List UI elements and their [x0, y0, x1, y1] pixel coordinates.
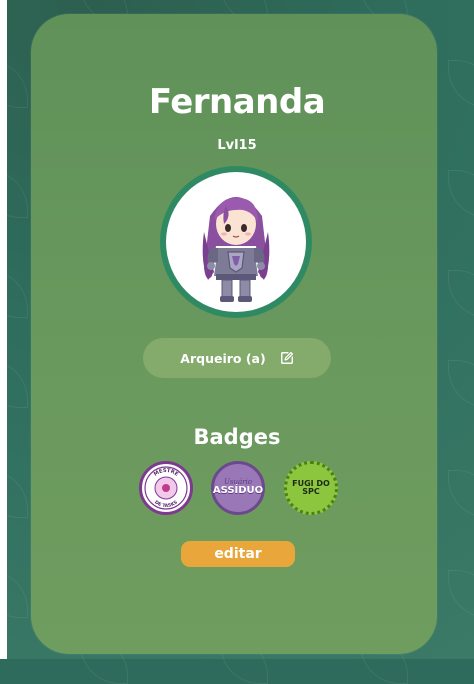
character-avatar-icon	[202, 197, 270, 302]
avatar	[166, 172, 306, 312]
character-class-label: Arqueiro (a)	[180, 350, 266, 366]
leaf-pattern-icon	[448, 470, 474, 518]
edit-square-pen-icon[interactable]	[280, 351, 294, 365]
mestre-de-tasks-badge-icon: MESTRE DE TASKS	[144, 466, 188, 510]
badge-fugi-do-spc[interactable]: FUGI DO SPC	[284, 461, 338, 515]
edit-profile-button[interactable]: editar	[181, 541, 295, 567]
badge-assiduo-main-text: ASSÍDUO	[212, 485, 264, 497]
leaf-pattern-icon	[448, 570, 474, 618]
profile-name: Fernanda	[148, 82, 326, 122]
profile-level: Lvl15	[217, 138, 257, 153]
badge-spc-line2: SPC	[302, 487, 320, 496]
badge-mestre-de-tasks[interactable]: MESTRE DE TASKS	[139, 461, 193, 515]
leaf-pattern-icon	[448, 170, 474, 218]
leaf-pattern-icon	[448, 360, 474, 408]
character-class-pill[interactable]: Arqueiro (a)	[143, 338, 331, 378]
badges-title: Badges	[193, 425, 281, 449]
leaf-pattern-icon	[448, 270, 474, 318]
badge-usuario-assiduo[interactable]: Usuário ASSÍDUO	[211, 461, 265, 515]
